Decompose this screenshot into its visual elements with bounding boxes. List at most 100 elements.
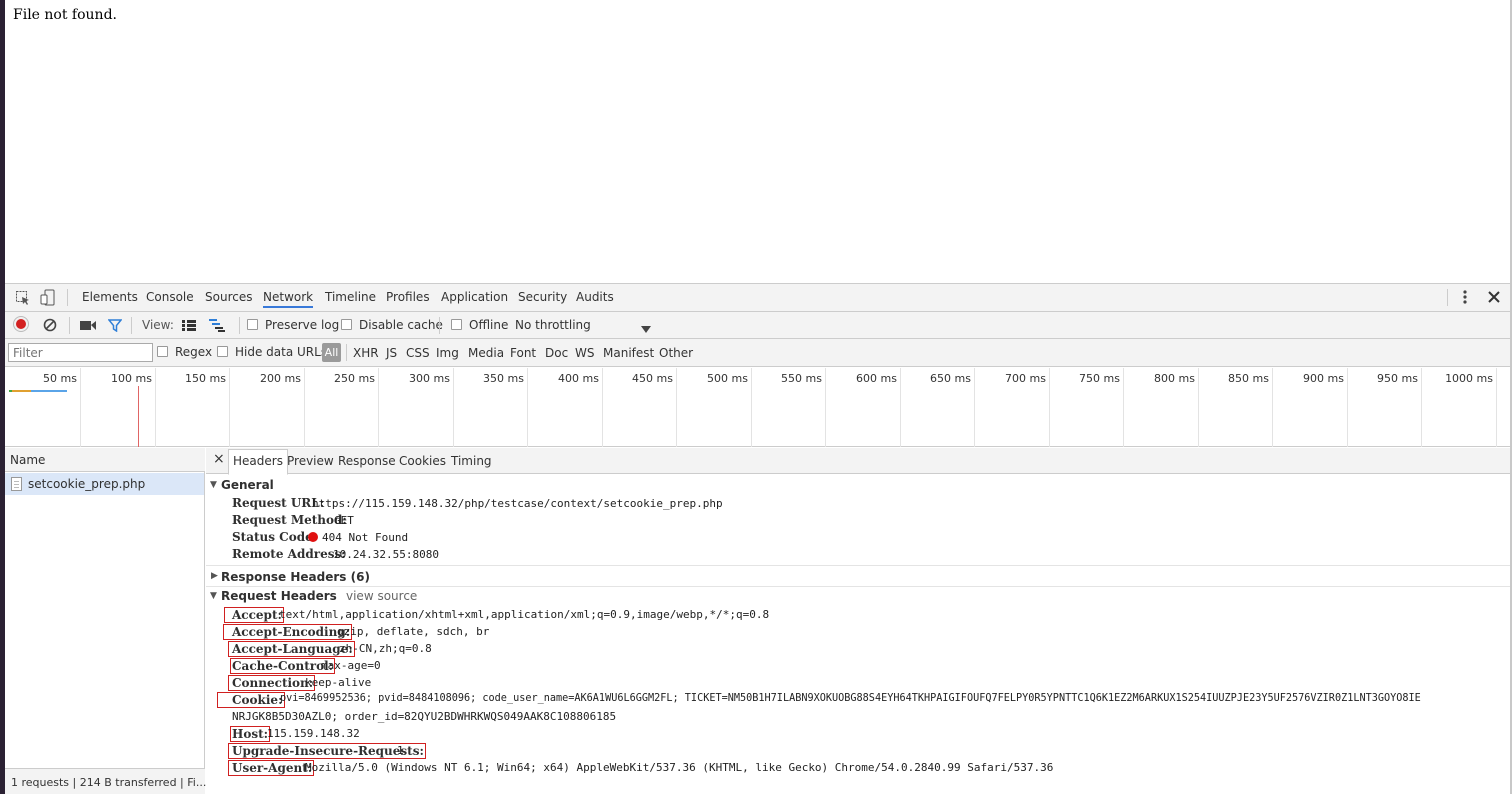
tab-audits[interactable]: Audits [576, 290, 614, 304]
record-icon[interactable] [14, 317, 28, 331]
timeline-tick-label: 400 ms [558, 372, 599, 385]
offline-checkbox[interactable] [451, 319, 462, 330]
timeline-gridline [751, 368, 752, 447]
expand-general-icon[interactable]: ▼ [210, 480, 217, 490]
document-icon [11, 477, 22, 491]
timeline-tick-label: 900 ms [1303, 372, 1344, 385]
filter-type-img[interactable]: Img [436, 346, 459, 360]
upgrade-insecure-requests-header-value: 1 [397, 744, 404, 757]
user-agent-header-name: User-Agent: [228, 760, 315, 776]
tab-security[interactable]: Security [518, 290, 567, 304]
request-list: Name setcookie_prep.php [5, 448, 205, 794]
hide-data-urls-checkbox[interactable] [217, 346, 228, 357]
waterfall-overview-icon[interactable] [209, 319, 225, 335]
disable-cache-checkbox[interactable] [341, 319, 352, 330]
close-devtools-icon[interactable] [1487, 290, 1501, 307]
clear-icon[interactable] [43, 318, 57, 335]
timeline-tick-label: 250 ms [334, 372, 375, 385]
timeline-tick-label: 700 ms [1005, 372, 1046, 385]
regex-checkbox[interactable] [157, 346, 168, 357]
timeline-tick-label: 200 ms [260, 372, 301, 385]
network-summary: 1 requests | 214 B transferred | Fi... [5, 768, 207, 794]
accept-header-name: Accept: [224, 607, 284, 623]
filter-type-xhr[interactable]: XHR [353, 346, 379, 360]
expand-response-headers-icon[interactable]: ▶ [211, 571, 218, 581]
general-section-title[interactable]: General [221, 478, 274, 492]
request-details: × Headers Preview Response Cookies Timin… [206, 448, 1510, 794]
tab-sources[interactable]: Sources [205, 290, 252, 304]
filter-type-js[interactable]: JS [386, 346, 397, 360]
tab-elements[interactable]: Elements [82, 290, 138, 304]
cache-control-header-name: Cache-Control: [230, 658, 336, 674]
host-header-name: Host: [230, 726, 271, 742]
devtools-panel: Elements Console Sources Network Timelin… [5, 283, 1510, 794]
filter-type-all[interactable]: All [322, 343, 341, 362]
timeline-gridline [1198, 368, 1199, 447]
timeline-tick-label: 750 ms [1079, 372, 1120, 385]
view-label: View: [142, 318, 174, 332]
filter-type-doc[interactable]: Doc [545, 346, 568, 360]
timeline-gridline [1347, 368, 1348, 447]
view-source-link[interactable]: view source [346, 589, 417, 603]
waterfall-bar-start [9, 390, 12, 392]
network-toolbar: View: Preserve log Disable cache Offline… [5, 312, 1510, 339]
timeline-gridline [80, 368, 81, 447]
timeline-tick-label: 500 ms [707, 372, 748, 385]
preserve-log-label: Preserve log [265, 318, 340, 332]
filter-type-media[interactable]: Media [468, 346, 504, 360]
chevron-down-icon[interactable] [641, 322, 651, 336]
tab-network[interactable]: Network [263, 290, 314, 308]
filter-type-manifest[interactable]: Manifest [603, 346, 654, 360]
tab-timeline[interactable]: Timeline [325, 290, 376, 304]
remote-address-value: 10.24.32.55:8080 [333, 548, 439, 561]
filter-type-font[interactable]: Font [510, 346, 536, 360]
request-headers-title[interactable]: Request Headers [221, 589, 337, 603]
device-toolbar-icon[interactable] [40, 289, 56, 309]
accept-encoding-header-value: gzip, deflate, sdch, br [337, 625, 490, 638]
cookie-header-value: pvi=8469952536; pvid=8484108096; code_us… [280, 693, 1421, 704]
large-rows-icon[interactable] [182, 320, 196, 334]
request-row[interactable]: setcookie_prep.php [5, 473, 204, 495]
cache-control-header-value: max-age=0 [321, 659, 381, 672]
throttling-select[interactable]: No throttling [515, 318, 591, 332]
timeline-tick-label: 100 ms [111, 372, 152, 385]
timeline-gridline [453, 368, 454, 447]
timeline-tick-label: 800 ms [1154, 372, 1195, 385]
tab-cookies[interactable]: Cookies [399, 454, 446, 468]
inspect-element-icon[interactable] [15, 290, 31, 309]
filter-type-ws[interactable]: WS [575, 346, 594, 360]
filter-icon[interactable] [107, 319, 123, 335]
timeline-tick-label: 300 ms [409, 372, 450, 385]
screenshot-camera-icon[interactable] [80, 320, 96, 334]
more-options-icon[interactable] [1462, 289, 1468, 308]
offline-label: Offline [469, 318, 509, 332]
timeline-gridline [1496, 368, 1497, 447]
response-headers-title[interactable]: Response Headers (6) [221, 570, 370, 584]
tab-response[interactable]: Response [338, 454, 396, 468]
accept-header-value: text/html,application/xhtml+xml,applicat… [279, 608, 770, 621]
filter-input[interactable] [8, 343, 153, 362]
status-code-value: 404 Not Found [308, 531, 408, 544]
tab-headers[interactable]: Headers [228, 449, 288, 475]
tab-timing[interactable]: Timing [451, 454, 492, 468]
expand-request-headers-icon[interactable]: ▼ [210, 591, 217, 601]
tab-profiles[interactable]: Profiles [386, 290, 430, 304]
timeline-gridline [1049, 368, 1050, 447]
filter-type-other[interactable]: Other [659, 346, 693, 360]
regex-label: Regex [175, 345, 213, 359]
timeline-overview[interactable]: 50 ms 100 ms 150 ms 200 ms 250 ms 300 ms 350 m… [5, 368, 1510, 447]
tab-console[interactable]: Console [146, 290, 194, 304]
devtools-tabbar: Elements Console Sources Network Timelin… [5, 284, 1510, 312]
close-details-icon[interactable]: × [213, 451, 225, 467]
preserve-log-checkbox[interactable] [247, 319, 258, 330]
filter-type-css[interactable]: CSS [406, 346, 430, 360]
tab-preview[interactable]: Preview [287, 454, 334, 468]
tab-application[interactable]: Application [441, 290, 508, 304]
page-message: File not found. [13, 7, 117, 23]
accept-language-header-name: Accept-Language: [228, 641, 355, 657]
user-agent-header-value: Mozilla/5.0 (Windows NT 6.1; Win64; x64)… [305, 761, 1054, 774]
name-column-header[interactable]: Name [5, 448, 205, 472]
summary-text: 1 requests | 214 B transferred | Fi... [11, 776, 207, 789]
timeline-gridline [378, 368, 379, 447]
timeline-gridline [825, 368, 826, 447]
